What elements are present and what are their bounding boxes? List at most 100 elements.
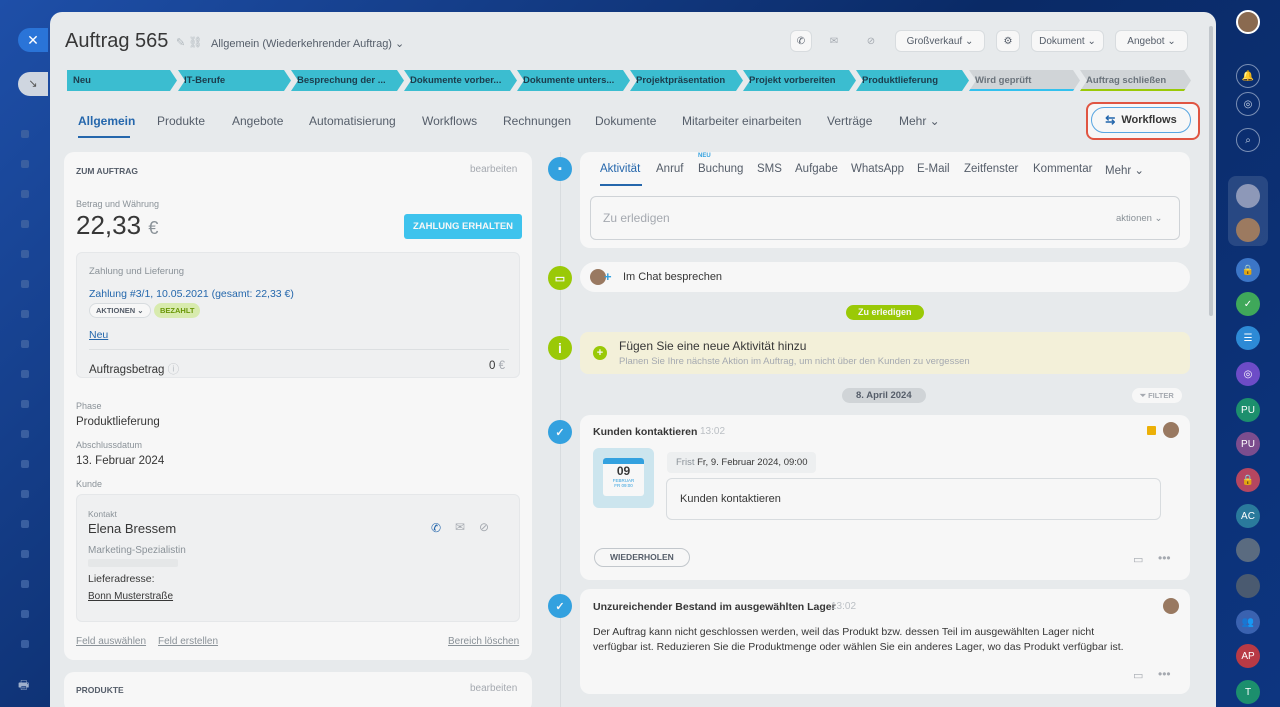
field-create-link[interactable]: Feld erstellen — [158, 636, 218, 647]
order-amount-label: Auftragsbetrag ⓘ — [89, 364, 180, 376]
stage-item[interactable]: Produktlieferung — [856, 70, 969, 91]
pipeline-selector[interactable]: Allgemein (Wiederkehrender Auftrag) ⌄ — [211, 37, 404, 50]
repeat-button[interactable]: WIEDERHOLEN — [594, 548, 690, 567]
active-tab-indicator — [78, 136, 130, 138]
more-icon[interactable]: ••• — [1158, 667, 1171, 681]
scrollbar[interactable] — [1209, 26, 1213, 316]
tab-whatsapp[interactable]: WhatsApp — [851, 163, 904, 175]
target-icon[interactable]: ◎ — [1236, 362, 1260, 386]
stage-item[interactable]: Dokumente vorber... — [404, 70, 517, 91]
gear-icon[interactable]: ⚙ — [996, 30, 1020, 52]
payment-delivery-card: Zahlung und Lieferung Zahlung #3/1, 10.0… — [76, 252, 520, 378]
skype-icon[interactable]: ⊘ — [860, 30, 882, 52]
mail-icon[interactable]: ✉ — [455, 520, 465, 534]
stage-item[interactable]: IT-Berufe — [178, 70, 291, 91]
actions-pill[interactable]: AKTIONEN ⌄ — [89, 303, 151, 318]
avatar[interactable] — [1236, 184, 1260, 208]
tab-kommentar[interactable]: Kommentar — [1033, 163, 1092, 175]
payment-received-button[interactable]: ZAHLUNG ERHALTEN — [404, 214, 522, 239]
tab-angebote[interactable]: Angebote — [232, 114, 283, 128]
right-rail: 🔔 ◎ ⌕ 🔒 ✓ ☰ ◎ PU PU 🔒 AC 👥 AP T — [1216, 0, 1280, 707]
close-icon[interactable]: ✕ — [18, 28, 48, 52]
skype-icon[interactable]: ⊘ — [479, 520, 489, 534]
avatar-ac[interactable]: AC — [1236, 504, 1260, 528]
angebot-button[interactable]: Angebot ⌄ — [1115, 30, 1188, 52]
lock-icon[interactable]: 🔒 — [1236, 258, 1260, 282]
new-link[interactable]: Neu — [89, 329, 108, 341]
tab-mitarbeiter[interactable]: Mitarbeiter einarbeiten — [682, 114, 801, 128]
tab-more[interactable]: Mehr ⌄ — [899, 114, 940, 128]
workflow-icon: ⇆ — [1105, 113, 1116, 127]
target-icon[interactable]: ◎ — [1236, 92, 1260, 116]
warning-text-line: verfügbar ist. Reduzieren Sie die Produk… — [593, 641, 1124, 653]
tab-vertraege[interactable]: Verträge — [827, 114, 872, 128]
field-select-link[interactable]: Feld auswählen — [76, 636, 146, 647]
stage-item[interactable]: Neu — [67, 70, 177, 91]
warning-text-line: Der Auftrag kann nicht geschlossen werde… — [593, 626, 1095, 638]
avatar-pu[interactable]: PU — [1236, 398, 1260, 422]
chat-icon[interactable]: ☰ — [1236, 326, 1260, 350]
date-badge: 8. April 2024 — [842, 388, 926, 403]
payment-link[interactable]: Zahlung #3/1, 10.05.2021 (gesamt: 22,33 … — [89, 288, 294, 300]
tab-allgemein[interactable]: Allgemein — [78, 114, 135, 128]
stage-item[interactable]: Dokumente unters... — [517, 70, 630, 91]
stage-item[interactable]: Wird geprüft — [969, 70, 1080, 91]
checklist-icon[interactable]: ✓ — [1236, 292, 1260, 316]
activity-editor: Aktivität Anruf Buchung NEU SMS Aufgabe … — [580, 152, 1190, 248]
stage-item[interactable]: Projekt vorbereiten — [743, 70, 856, 91]
tab-anruf[interactable]: Anruf — [656, 163, 684, 175]
dokument-button[interactable]: Dokument ⌄ — [1031, 30, 1104, 52]
printer-icon[interactable]: 🖶 — [18, 676, 29, 697]
add-activity-hint[interactable]: + Fügen Sie eine neue Aktivität hinzu Pl… — [580, 332, 1190, 374]
note-icon[interactable]: ▭ — [1133, 669, 1143, 682]
tab-produkte[interactable]: Produkte — [157, 114, 205, 128]
edit-link[interactable]: bearbeiten — [470, 683, 517, 694]
user-avatar[interactable] — [1236, 10, 1260, 34]
stage-item[interactable]: Projektpräsentation — [630, 70, 743, 91]
tab-zeitfenster[interactable]: Zeitfenster — [964, 163, 1018, 175]
note-icon[interactable]: ▭ — [1133, 553, 1143, 566]
phone-icon[interactable]: ✆ — [790, 30, 812, 52]
grosverkauf-button[interactable]: Großverkauf ⌄ — [895, 30, 985, 52]
stage-item[interactable]: Auftrag schließen — [1080, 70, 1191, 91]
delete-area-link[interactable]: Bereich löschen — [448, 636, 519, 647]
actions-dropdown[interactable]: aktionen ⌄ — [1116, 213, 1163, 224]
avatar[interactable] — [1236, 574, 1260, 598]
task-body[interactable]: Kunden kontaktieren — [666, 478, 1161, 520]
lock-icon[interactable]: 🔒 — [1236, 468, 1260, 492]
tab-aktivitaet[interactable]: Aktivität — [600, 163, 640, 175]
collapse-icon[interactable]: ↘ — [18, 72, 48, 96]
mail-icon[interactable]: ✉ — [823, 30, 845, 52]
tab-email[interactable]: E-Mail — [917, 163, 950, 175]
tab-more[interactable]: Mehr ⌄ — [1105, 163, 1144, 177]
warning-time: 13:02 — [831, 601, 857, 612]
todo-input[interactable]: Zu erledigen aktionen ⌄ — [590, 196, 1180, 240]
tab-rechnungen[interactable]: Rechnungen — [503, 114, 571, 128]
edit-link[interactable]: bearbeiten — [470, 164, 517, 175]
tab-automatisierung[interactable]: Automatisierung — [309, 114, 396, 128]
workflows-button[interactable]: ⇆ Workflows — [1091, 107, 1191, 133]
chat-discuss-row[interactable]: + Im Chat besprechen — [580, 262, 1190, 292]
task-title[interactable]: Kunden kontaktieren — [593, 426, 697, 438]
tab-workflows[interactable]: Workflows — [422, 114, 477, 128]
filter-button[interactable]: ⏷ FILTER — [1132, 388, 1182, 403]
tab-buchung[interactable]: Buchung — [698, 163, 743, 175]
avatar[interactable] — [1236, 538, 1260, 562]
phone-icon[interactable]: ✆ — [431, 521, 441, 535]
avatar[interactable] — [1236, 218, 1260, 242]
avatar-pu[interactable]: PU — [1236, 432, 1260, 456]
more-icon[interactable]: ••• — [1158, 551, 1171, 565]
group-icon[interactable]: 👥 — [1236, 610, 1260, 634]
search-icon[interactable]: ⌕ — [1236, 128, 1260, 152]
contact-name[interactable]: Elena Bressem — [88, 521, 176, 536]
tab-dokumente[interactable]: Dokumente — [595, 114, 656, 128]
bell-icon[interactable]: 🔔 — [1236, 64, 1260, 88]
edit-icon[interactable]: ✎ ⛓ — [176, 36, 202, 49]
delivery-address[interactable]: Bonn Musterstraße — [88, 591, 173, 602]
avatar-t[interactable]: T — [1236, 680, 1260, 704]
tab-aufgabe[interactable]: Aufgabe — [795, 163, 838, 175]
avatar-ap[interactable]: AP — [1236, 644, 1260, 668]
stage-item[interactable]: Besprechung der ... — [291, 70, 404, 91]
tab-sms[interactable]: SMS — [757, 163, 782, 175]
deadline-chip[interactable]: Frist Fr, 9. Februar 2024, 09:00 — [667, 452, 817, 473]
